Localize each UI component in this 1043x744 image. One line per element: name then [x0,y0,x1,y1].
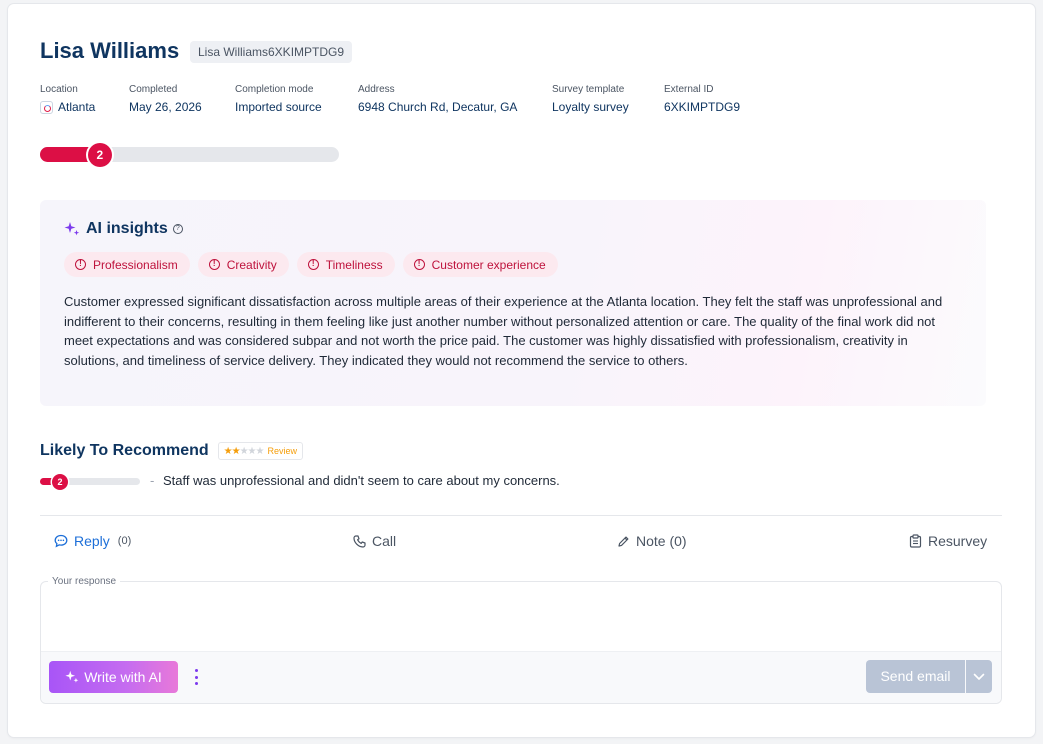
meta-label: Completed [129,84,178,95]
location-icon [40,100,53,114]
help-icon[interactable]: ? [172,224,183,234]
reply-count: (0) [117,535,132,547]
warning-icon: ! [413,259,425,270]
insight-tag[interactable]: ! Timeliness [296,252,395,277]
insight-tag[interactable]: ! Creativity [197,252,289,277]
warning-icon: ! [75,259,86,270]
warning-icon: ! [307,259,319,270]
response-card: Lisa Williams Lisa Williams6XKIMPTDG9 Lo… [8,4,1035,737]
note-tab[interactable]: Note (0) [617,533,687,549]
meta-value: 6XKIMPTDG9 [664,100,741,114]
star-icon: ★ [239,445,249,457]
meta-value: May 26, 2026 [129,100,202,114]
meta-completed: Completed May 26, 2026 [129,84,202,114]
meta-completion-mode: Completion mode Imported source [235,84,322,114]
ai-summary-text: Customer expressed significant dissatisf… [64,294,943,369]
response-label: Your response [48,576,121,587]
meta-value[interactable]: Atlanta [58,100,95,114]
star-rating: ★★★★★ [223,445,265,457]
star-icon: ★ [255,445,265,457]
phone-icon [353,534,366,548]
meta-label: Completion mode [235,84,314,95]
overall-score-bar: 2 [40,143,339,167]
likely-to-recommend-header: Likely To Recommend ★★★★★ Review [40,442,303,460]
kebab-icon[interactable] [193,669,199,685]
clipboard-icon [909,534,922,548]
insight-tag[interactable]: ! Professionalism [64,252,190,277]
write-with-ai-button[interactable]: Write with AI [49,661,178,693]
meta-label: External ID [664,84,714,95]
meta-value: 6948 Church Rd, Decatur, GA [358,100,518,114]
ai-insights-title: AI insights [86,220,168,237]
call-tab[interactable]: Call [353,533,396,549]
customer-id-chip: Lisa Williams6XKIMPTDG9 [190,41,353,63]
sparkle-icon [64,222,80,236]
divider [40,515,1002,516]
chevron-down-icon [973,673,985,680]
score-knob: 2 [87,143,112,167]
resurvey-label: Resurvey [928,533,988,549]
note-label: Note (0) [636,533,687,549]
reply-label: Reply [74,533,110,549]
review-label: Review [267,446,297,456]
insight-tag[interactable]: ! Customer experience [402,252,558,277]
meta-value: Loyalty survey [552,100,629,114]
meta-value: Imported source [235,100,322,114]
meta-label: Address [358,84,395,95]
meta-label: Survey template [552,84,625,95]
resurvey-tab[interactable]: Resurvey [909,533,987,549]
meta-address: Address 6948 Church Rd, Decatur, GA [358,84,517,114]
separator: - [150,473,155,488]
customer-name: Lisa Williams [40,38,180,63]
question-score-bar: 2 [40,474,140,490]
meta-label: Location [40,84,78,95]
warning-icon: ! [208,259,220,270]
review-badge[interactable]: ★★★★★ Review [217,442,303,460]
insight-tags: ! Professionalism ! Creativity ! Timeliness… [64,252,558,277]
star-icon: ★ [247,445,257,457]
sparkle-icon [65,670,79,683]
ai-insights-panel: AI insights ? ! Professionalism ! Creativi… [40,200,986,406]
customer-comment: Staff was unprofessional and didn't seem… [163,473,560,488]
chat-icon [54,534,68,548]
star-icon: ★ [223,445,233,457]
meta-survey-template: Survey template Loyalty survey [552,84,629,114]
pencil-icon [618,536,629,547]
call-label: Call [372,533,397,549]
reply-tab[interactable]: Reply (0) [54,533,131,549]
score-knob: 2 [52,474,68,490]
response-toolbar [41,651,1001,703]
write-with-ai-label: Write with AI [84,669,162,685]
send-email-button[interactable]: Send email [866,660,965,693]
question-title: Likely To Recommend [40,442,209,459]
meta-external-id: External ID 6XKIMPTDG9 [664,84,740,114]
star-icon: ★ [231,445,241,457]
meta-location: Location Atlanta [40,84,95,114]
send-options-dropdown[interactable] [966,660,992,693]
